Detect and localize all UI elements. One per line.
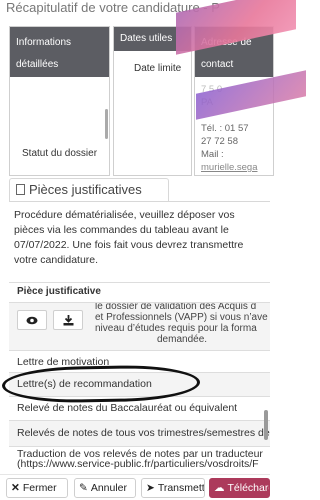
- overflow-line: le dossier de validation des Acquis d: [95, 302, 257, 312]
- info-card-details-title: Informations détaillées: [10, 27, 109, 77]
- contact-phone-rest: 27 72 58: [201, 136, 238, 147]
- table-row[interactable]: Traduction de vos relevés de notes par u…: [9, 446, 270, 470]
- send-icon: ➤: [146, 482, 155, 494]
- overflow-line: et Professionnels (VAPP) si vous n’ave: [95, 312, 268, 323]
- cancel-button[interactable]: ✎ Annuler: [74, 478, 136, 498]
- view-button[interactable]: [17, 310, 47, 330]
- contact-phone-label: Tél. : 01 57: [201, 123, 249, 134]
- document-icon: [16, 184, 25, 195]
- deadline-label: Date limite: [134, 63, 182, 74]
- close-button[interactable]: ✕ Fermer: [6, 478, 68, 498]
- overflow-line: niveau d’études requis pour la forma: [95, 323, 257, 334]
- transmit-label: Transmettre: [157, 482, 205, 494]
- tab-label: Pièces justificatives: [29, 182, 142, 197]
- cancel-label: Annuler: [90, 482, 128, 494]
- cloud-download-icon: ☁: [214, 482, 225, 494]
- download-button[interactable]: ☁ Télécharger: [209, 478, 270, 498]
- instructions-text: Procédure dématérialisée, veuillez dépos…: [14, 209, 244, 266]
- download-label: Télécharger: [227, 482, 270, 494]
- footer-toolbar: ✕ Fermer ✎ Annuler ➤ Transmettre ☁ Téléc…: [0, 474, 270, 500]
- contact-mail-label: Mail :: [201, 149, 224, 160]
- eraser-icon: ✎: [79, 482, 88, 494]
- download-file-button[interactable]: [53, 310, 83, 330]
- table-row[interactable]: Lettre(s) de recommandation: [9, 372, 270, 396]
- table-row[interactable]: Relevés de notes de tous vos trimestres/…: [9, 420, 270, 446]
- table-scrollbar[interactable]: [264, 410, 268, 440]
- row-line: (https://www.service-public.fr/particuli…: [17, 458, 259, 470]
- overflow-text: le dossier de validation des Acquis d et…: [95, 302, 270, 345]
- close-icon: ✕: [11, 482, 20, 494]
- table-header: Pièce justificative: [9, 282, 270, 302]
- contact-mail-link[interactable]: murielle.sega: [201, 161, 258, 174]
- tab-pieces-justificatives[interactable]: Pièces justificatives: [9, 178, 169, 202]
- details-scrollbar[interactable]: [105, 109, 108, 139]
- table-row[interactable]: Relevé de notes du Baccalauréat ou équiv…: [9, 396, 270, 420]
- overflow-line: demandée.: [157, 334, 208, 345]
- eye-icon: [26, 316, 38, 324]
- status-label: Statut du dossier: [22, 148, 98, 159]
- close-label: Fermer: [22, 482, 57, 494]
- download-icon: [63, 314, 73, 325]
- transmit-button[interactable]: ➤ Transmettre: [141, 478, 205, 498]
- tab-divider: [9, 201, 270, 202]
- table-row[interactable]: Lettre de motivation: [9, 350, 270, 372]
- table-row: le dossier de validation des Acquis d et…: [9, 302, 270, 350]
